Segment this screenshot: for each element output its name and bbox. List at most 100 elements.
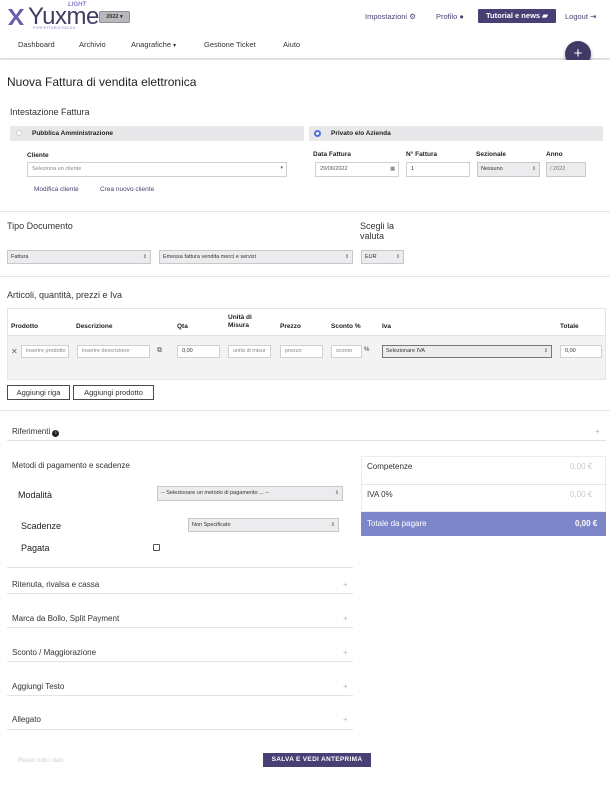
competenze-label: Competenze [367, 462, 413, 471]
number-label: N° Fattura [406, 151, 438, 158]
references-title: Riferimenti i [12, 427, 60, 437]
calendar-icon: ▦ [390, 166, 395, 172]
total-input[interactable]: 0,00 [560, 345, 602, 358]
items-header-row [7, 308, 606, 336]
accordion-title: Allegato [12, 715, 41, 724]
currency-title: Scegli la valuta [360, 221, 395, 241]
edit-client-link[interactable]: Modifica cliente [34, 186, 79, 193]
payment-title: Metodi di pagamento e scadenze [12, 461, 130, 470]
doc-type-select[interactable]: Fattura ⇕ [7, 250, 151, 264]
nav-dashboard[interactable]: Dashboard [18, 40, 55, 49]
updown-icon: ⇕ [531, 166, 536, 172]
currency-select[interactable]: EUR ⇕ [361, 250, 404, 264]
col-header: Qta [177, 323, 188, 330]
iva-label: IVA 0% [367, 490, 393, 499]
qty-input[interactable]: 0,00 [177, 345, 220, 358]
doc-type-title: Tipo Documento [7, 221, 73, 231]
edit-description-icon[interactable]: ⧉ [157, 347, 162, 355]
expand-icon[interactable]: + [343, 715, 348, 724]
divider [0, 276, 610, 277]
divider [0, 211, 610, 212]
references-accordion[interactable] [7, 422, 606, 441]
payment-mode-select[interactable]: -- Selezionare un metodo di pagamento ..… [157, 486, 343, 501]
nav-settings[interactable]: Impostazioni ⚙ [365, 12, 416, 21]
paid-label: Pagata [21, 543, 50, 553]
date-label: Data Fattura [313, 151, 351, 158]
due-select[interactable]: Non Specificato ⇕ [188, 518, 339, 532]
accordion-title: Aggiungi Testo [12, 682, 65, 691]
reset-link[interactable]: Reset tutti i dati [18, 757, 63, 764]
due-label: Scadenze [21, 521, 62, 531]
vat-select[interactable]: Selezionare IVA ⇕ [382, 345, 552, 358]
accordion-title: Ritenuta, rivalsa e cassa [12, 580, 100, 589]
gear-icon: ⚙ [409, 12, 416, 21]
tutorial-button[interactable]: Tutorial e news ▰ [478, 9, 556, 23]
accordion-title: Sconto / Maggiorazione [12, 648, 97, 657]
updown-icon: ⇕ [334, 490, 339, 496]
nav-registry[interactable]: Anagrafiche ▾ [131, 40, 176, 49]
add-product-button[interactable]: Aggiungi prodotto [73, 385, 154, 400]
col-header: Unità di Misura [228, 314, 252, 329]
remove-row-icon[interactable]: ✕ [11, 347, 18, 356]
price-input[interactable]: prezzo [280, 345, 323, 358]
payment-panel [7, 454, 353, 568]
logout-icon: ⇥ [590, 12, 597, 21]
option-pa-label: Pubblica Amministrazione [32, 130, 114, 137]
divider [0, 410, 610, 411]
iva-value: 0,00 € [570, 490, 593, 499]
updown-icon: ⇕ [395, 254, 400, 260]
radio-private[interactable] [314, 130, 321, 137]
nav-logout[interactable]: Logout ⇥ [565, 12, 596, 21]
logo-icon [8, 9, 24, 25]
expand-icon[interactable]: + [343, 614, 348, 623]
number-input[interactable]: 1 [406, 162, 470, 177]
radio-pa[interactable] [16, 130, 22, 136]
expand-icon[interactable]: + [595, 427, 600, 436]
product-input[interactable]: inserire prodotto [21, 345, 69, 358]
unit-input[interactable]: unità di misur [228, 345, 271, 358]
updown-icon: ⇕ [330, 522, 335, 528]
accordion-allegato[interactable] [7, 710, 353, 730]
expand-icon[interactable]: + [343, 648, 348, 657]
doc-kind-select[interactable]: Emessa fattura vendita merci e servizi ⇕ [159, 250, 353, 264]
client-select[interactable]: Seleziona un cliente ▾ [27, 162, 287, 177]
date-input[interactable]: 29/06/2022 ▦ [315, 162, 399, 177]
nav-profile[interactable]: Profilo ● [436, 12, 464, 21]
sezionale-select[interactable]: Nessuno ⇕ [477, 162, 540, 177]
page-title: Nuova Fattura di vendita elettronica [7, 75, 197, 89]
year-label: Anno [546, 151, 563, 158]
col-header: Prezzo [280, 323, 301, 330]
nav-help[interactable]: Aiuto [283, 40, 300, 49]
new-client-link[interactable]: Crea nuovo cliente [100, 186, 154, 193]
year-input: / 2022 [546, 162, 586, 177]
col-header: Prodotto [11, 323, 39, 330]
col-header: Totale [560, 323, 579, 330]
description-input[interactable]: inserire descrizione [77, 345, 150, 358]
chevron-down-icon: ▾ [173, 43, 177, 49]
chat-icon: ▰ [542, 11, 548, 20]
updown-icon: ⇕ [344, 254, 349, 260]
option-private-label: Privato e/o Azienda [331, 130, 391, 137]
items-title: Articoli, quantità, prezzi e Iva [7, 290, 123, 300]
save-preview-button[interactable]: SALVA E VEDI ANTEPRIMA [263, 753, 371, 767]
nav-tickets[interactable]: Gestione Ticket [204, 40, 256, 49]
nav-archive[interactable]: Archivio [79, 40, 106, 49]
info-icon: i [52, 430, 60, 437]
paid-checkbox[interactable] [153, 544, 160, 551]
user-icon: ● [459, 12, 464, 21]
total-label: Totale da pagare [367, 519, 427, 528]
expand-icon[interactable]: + [343, 580, 348, 589]
discount-input[interactable]: sconto [331, 345, 362, 358]
year-selector[interactable]: 2022 ▾ [99, 11, 130, 23]
competenze-value: 0,00 € [570, 462, 593, 471]
total-value: 0,00 € [575, 519, 598, 528]
expand-icon[interactable]: + [343, 682, 348, 691]
add-row-button[interactable]: Aggiungi riga [7, 385, 70, 400]
divider [361, 484, 606, 485]
col-header: Sconto % [331, 323, 361, 330]
section-title-header: Intestazione Fattura [10, 107, 90, 117]
brand-tag: LIGHT [68, 2, 86, 8]
sezionale-label: Sezionale [476, 151, 506, 158]
caret-icon: ▾ [280, 165, 283, 171]
updown-icon: ⇕ [543, 348, 548, 354]
